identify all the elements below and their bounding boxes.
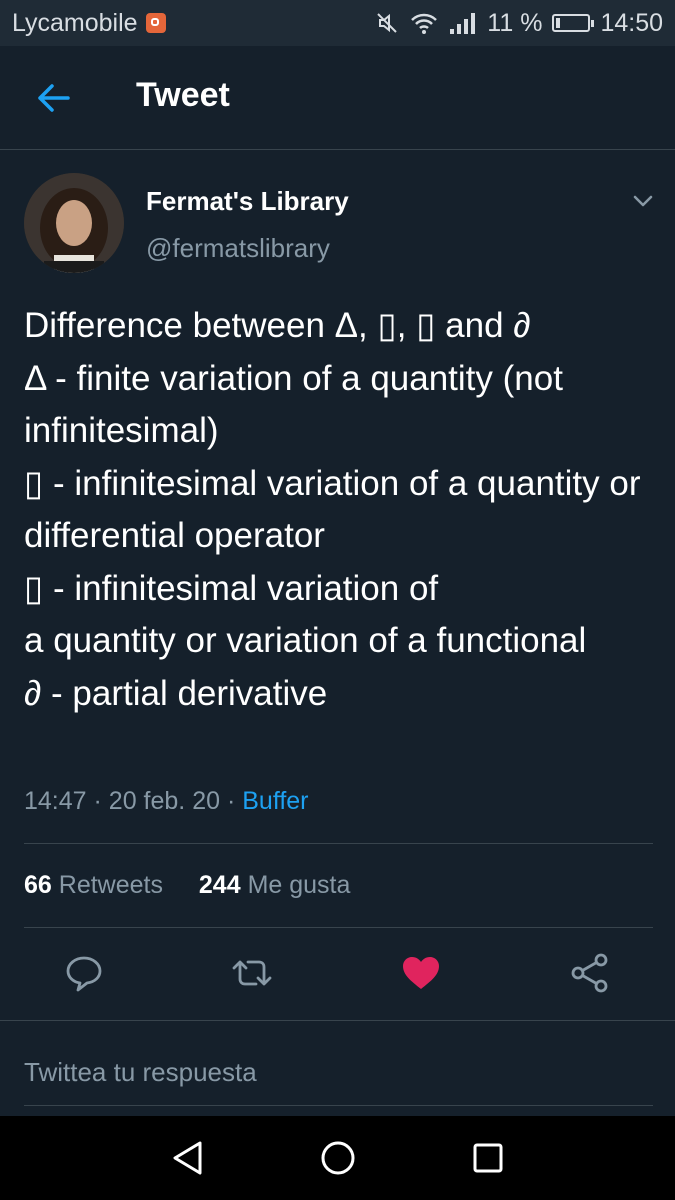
author-handle[interactable]: @fermatslibrary (146, 233, 330, 264)
clock: 14:50 (600, 8, 663, 37)
meta-separator: · (93, 787, 109, 815)
carrier-name: Lycamobile (12, 8, 138, 37)
retweets-stat[interactable]: 66 Retweets (24, 871, 163, 899)
likes-count: 244 (198, 871, 241, 899)
likes-stat[interactable]: 244 Me gusta (199, 871, 351, 899)
circle-home-icon (321, 1141, 355, 1175)
page-title: Tweet (136, 76, 230, 114)
tweet-stats: 66 Retweets 244 Me gusta (24, 871, 350, 900)
heart-icon (403, 957, 439, 989)
signal-icon (450, 13, 476, 34)
tweet-time: 14:47 (24, 787, 87, 815)
tweet-source-link[interactable]: Buffer (242, 787, 308, 815)
likes-label: Me gusta (247, 871, 351, 899)
retweet-button[interactable] (230, 951, 274, 995)
share-button[interactable] (568, 951, 612, 995)
avatar[interactable] (24, 173, 124, 273)
share-nodes-icon (571, 953, 608, 993)
nav-recents-button[interactable] (468, 1138, 508, 1178)
status-indicators: 11 % 14:50 (375, 9, 663, 38)
carrier-badge-icon (145, 13, 166, 33)
battery-percent: 11 % (487, 8, 543, 37)
tweet-text: Difference between Δ, ▯, ▯ and ∂ Δ - fin… (24, 306, 641, 713)
more-options-button[interactable] (628, 188, 658, 214)
carrier: Lycamobile (12, 9, 166, 38)
retweets-label: Retweets (58, 871, 163, 899)
battery-icon (552, 14, 595, 32)
tweet-date: 20 feb. 20 (108, 787, 221, 815)
like-button[interactable] (399, 951, 443, 995)
wifi-icon (411, 13, 438, 34)
nav-back-button[interactable] (168, 1138, 208, 1178)
reply-input[interactable] (24, 1040, 653, 1106)
divider (24, 927, 653, 928)
tweet-meta: 14:47 · 20 feb. 20 · Buffer (24, 787, 309, 816)
retweet-arrows-icon (232, 960, 272, 986)
divider (24, 843, 653, 844)
mute-icon (377, 13, 398, 33)
nav-home-button[interactable] (318, 1138, 358, 1178)
meta-separator: · (226, 787, 243, 815)
portrait-image (24, 173, 124, 273)
back-button[interactable] (34, 80, 74, 116)
app-header: Tweet (0, 46, 675, 150)
square-recents-icon (473, 1143, 503, 1173)
arrow-left-icon (38, 84, 70, 112)
status-bar: Lycamobile 11 % 14:50 (0, 0, 675, 46)
triangle-back-icon (173, 1141, 202, 1175)
reply-button[interactable] (62, 951, 106, 995)
speech-bubble-icon (66, 956, 102, 992)
retweets-count: 66 (24, 871, 52, 899)
author-name[interactable]: Fermat's Library (146, 186, 349, 217)
system-navigation-bar (0, 1116, 675, 1200)
chevron-down-icon (633, 195, 653, 207)
